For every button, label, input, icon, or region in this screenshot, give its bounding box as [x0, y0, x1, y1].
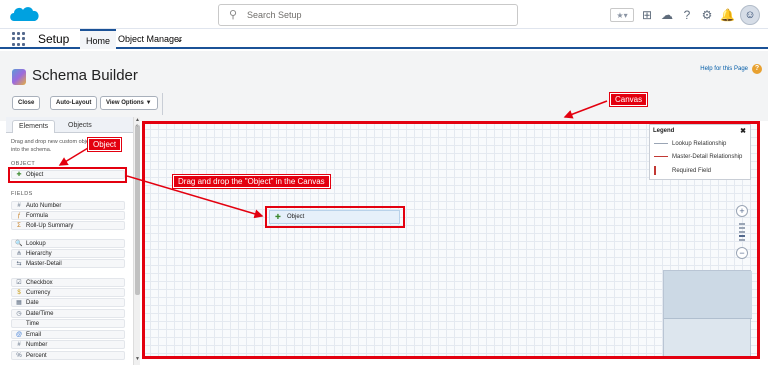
object-callout: Object — [88, 138, 122, 151]
instruction-callout: Drag and drop the "Object" in the Canvas — [173, 175, 330, 188]
annotation-arrows — [58, 100, 608, 219]
canvas-callout: Canvas — [610, 93, 648, 106]
